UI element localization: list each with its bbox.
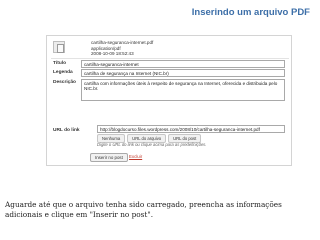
url-label: URL do link bbox=[53, 128, 80, 133]
description-label: Descrição bbox=[53, 80, 76, 85]
file-info: cartilha-seguranca-internet.pdf applicat… bbox=[91, 40, 153, 57]
url-input[interactable]: http://blogdocurso.files.wordpress.com/2… bbox=[97, 125, 285, 133]
slide-caption: Aguarde até que o arquivo tenha sido car… bbox=[5, 200, 282, 219]
caption-label: Legenda bbox=[53, 70, 73, 75]
description-textarea[interactable]: cartilha com informações úteis à respeit… bbox=[81, 79, 285, 101]
title-label: Título bbox=[53, 61, 67, 66]
insert-into-post-button[interactable]: Inserir no post bbox=[90, 153, 128, 162]
delete-link[interactable]: Excluir bbox=[129, 154, 142, 159]
media-upload-dialog: cartilha-seguranca-internet.pdf applicat… bbox=[46, 35, 292, 166]
file-date: 2008-10-09 18:52:43 bbox=[91, 51, 134, 57]
divider bbox=[51, 58, 289, 59]
pdf-file-icon bbox=[53, 41, 65, 53]
caption-input[interactable]: cartilha de segurança na Internet (NIC.b… bbox=[81, 69, 285, 77]
title-input[interactable]: cartilha-seguranca-internet bbox=[81, 60, 285, 68]
slide-title: Inserindo um arquivo PDF bbox=[191, 7, 310, 18]
url-hint: Digite o URL do link ou clique acima par… bbox=[97, 142, 207, 147]
file-name: cartilha-seguranca-internet.pdf bbox=[91, 40, 154, 45]
